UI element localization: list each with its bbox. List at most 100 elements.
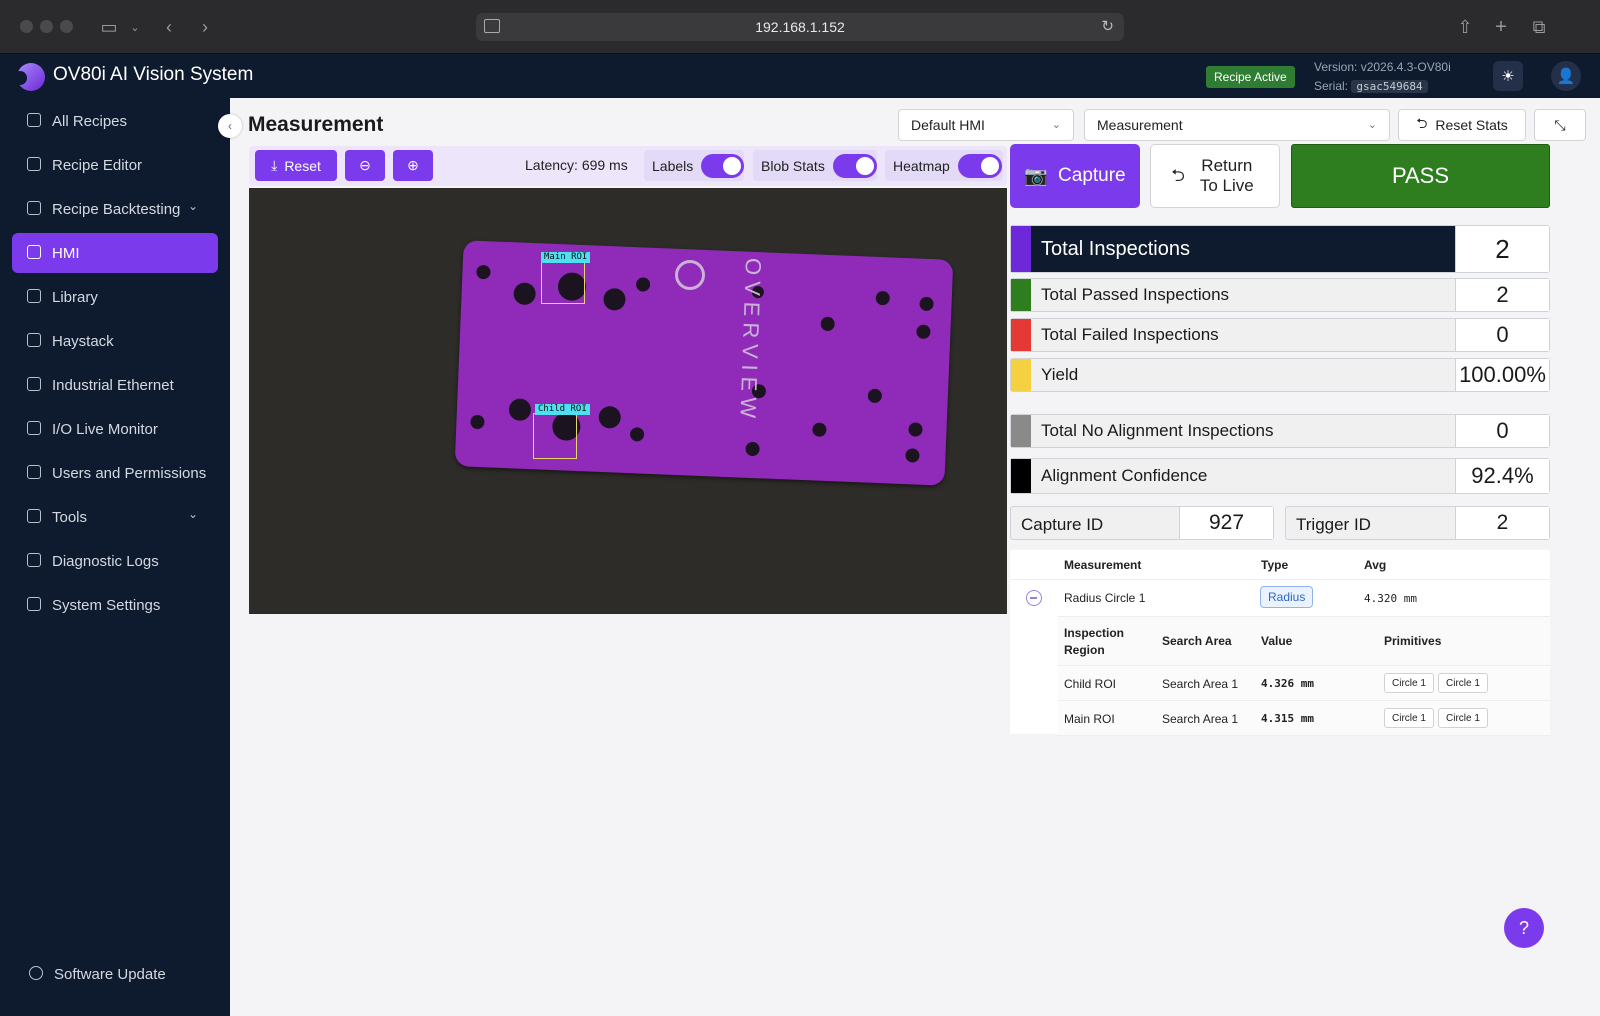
capture-button[interactable]: 📷 Capture <box>1010 144 1140 208</box>
value-cell: 4.315 mm <box>1261 712 1314 725</box>
stat-color-stripe <box>1011 359 1031 391</box>
hole <box>875 290 891 306</box>
reload-icon[interactable]: ↻ <box>1101 17 1114 35</box>
sidebar-item-system-settings[interactable]: System Settings <box>12 585 218 625</box>
measurement-avg: 4.320 mm <box>1364 592 1417 605</box>
value-cell: 4.326 mm <box>1261 677 1314 690</box>
primitive-button[interactable]: Circle 1 <box>1384 673 1434 693</box>
new-tab-icon[interactable]: + <box>1488 14 1514 40</box>
stat-label: Yield <box>1041 365 1079 384</box>
search-area-cell: Search Area 1 <box>1162 712 1239 726</box>
primitive-button[interactable]: Circle 1 <box>1384 708 1434 728</box>
fullscreen-button[interactable]: ⤡ <box>1534 109 1586 141</box>
heatmap-toggle[interactable] <box>957 153 1002 178</box>
refresh-icon <box>29 966 43 980</box>
stat-label: Total Inspections <box>1041 237 1190 260</box>
hole <box>919 296 934 312</box>
view-select[interactable]: Measurement ⌄ <box>1084 109 1390 141</box>
sidebar-item-label: I/O Live Monitor <box>52 420 158 438</box>
software-update-label: Software Update <box>54 965 166 983</box>
return-icon: ⮌ <box>1171 166 1185 185</box>
sidebar-item-recipe-backtesting[interactable]: Recipe Backtesting ⌄ <box>12 189 218 229</box>
sidebar-item-users-permissions[interactable]: Users and Permissions <box>12 453 218 493</box>
main-roi-box[interactable] <box>541 262 585 304</box>
child-roi-box[interactable] <box>533 413 577 459</box>
user-menu-button[interactable]: 👤 <box>1551 61 1581 91</box>
hole <box>905 448 920 463</box>
reset-view-button[interactable]: ⤓ Reset <box>255 150 337 181</box>
sidebar-item-hmi[interactable]: HMI <box>12 233 218 273</box>
zoom-in-button[interactable]: ⊕ <box>393 150 433 181</box>
failed-inspections-stat: Total Failed Inspections 0 <box>1010 318 1550 352</box>
primitive-button[interactable]: Circle 1 <box>1438 708 1488 728</box>
sidebar-item-label: Users and Permissions <box>52 464 207 482</box>
share-icon[interactable]: ⇧ <box>1452 14 1478 40</box>
sidebar-item-haystack[interactable]: Haystack <box>12 321 218 361</box>
sun-icon: ☀ <box>1501 68 1515 85</box>
chevron-left-icon: ‹ <box>228 119 232 133</box>
collapse-sidebar-button[interactable]: ‹ <box>218 114 242 138</box>
hmi-select-value: Default HMI <box>911 117 985 133</box>
grid-icon <box>27 289 41 303</box>
sidebar-item-diagnostic-logs[interactable]: Diagnostic Logs <box>12 541 218 581</box>
hole <box>820 316 835 332</box>
sidebar-item-io-live-monitor[interactable]: I/O Live Monitor <box>12 409 218 449</box>
column-header: Avg <box>1364 558 1387 572</box>
column-header: Measurement <box>1064 558 1142 572</box>
sidebar-item-label: Tools <box>52 508 88 526</box>
sidebar-item-industrial-ethernet[interactable]: Industrial Ethernet <box>12 365 218 405</box>
labels-toggle[interactable] <box>701 153 744 178</box>
recipe-status-badge: Recipe Active <box>1206 66 1295 88</box>
help-button[interactable]: ? <box>1504 908 1544 948</box>
chevron-down-icon[interactable]: ⌄ <box>122 14 148 40</box>
hole <box>635 277 651 292</box>
hole <box>745 441 760 457</box>
sidebar-item-recipe-editor[interactable]: Recipe Editor <box>12 145 218 185</box>
chart-icon <box>27 333 41 347</box>
capture-label: Capture <box>1058 165 1126 186</box>
serial-row: Serial: gsac549684 <box>1314 77 1451 96</box>
app-header: OV80i AI Vision System Recipe Active Ver… <box>0 54 1600 98</box>
address-bar[interactable]: 192.168.1.152 ↻ <box>476 13 1124 41</box>
hole <box>867 388 883 404</box>
back-icon[interactable]: ‹ <box>156 14 182 40</box>
flask-icon <box>27 201 41 215</box>
software-update-link[interactable]: Software Update <box>14 954 220 994</box>
labels-toggle-label: Labels <box>652 157 694 174</box>
theme-toggle-button[interactable]: ☀ <box>1493 61 1523 91</box>
chevron-down-icon: ⌄ <box>187 199 198 213</box>
hole <box>908 422 923 437</box>
camera-image-viewport[interactable]: OVERVIEW Main ROI Child ROI <box>249 188 1007 614</box>
sidebar-item-all-recipes[interactable]: All Recipes <box>12 101 218 141</box>
version-info: Version: v2026.4.3-OV80i Serial: gsac549… <box>1314 58 1451 96</box>
serial-label: Serial: <box>1314 79 1349 93</box>
zoom-out-icon: ⊖ <box>359 157 371 173</box>
zoom-window-button[interactable] <box>60 20 73 33</box>
collapse-row-icon[interactable] <box>1026 590 1042 606</box>
sidebar-item-library[interactable]: Library <box>12 277 218 317</box>
chevron-down-icon: ⌄ <box>1051 119 1061 131</box>
sidebar-toggle-icon[interactable]: ▭ <box>96 14 122 40</box>
zoom-out-button[interactable]: ⊖ <box>345 150 385 181</box>
forward-icon[interactable]: › <box>192 14 218 40</box>
close-window-button[interactable] <box>20 20 33 33</box>
primitive-button[interactable]: Circle 1 <box>1438 673 1488 693</box>
stat-label: Alignment Confidence <box>1041 466 1208 485</box>
capture-id-label: Capture ID <box>1021 515 1104 534</box>
sidebar-item-label: All Recipes <box>52 112 128 130</box>
no-alignment-stat: Total No Alignment Inspections 0 <box>1010 414 1550 448</box>
site-settings-icon[interactable] <box>484 19 500 33</box>
sidebar-item-label: Recipe Editor <box>52 156 143 174</box>
heatmap-toggle-label: Heatmap <box>893 157 950 174</box>
tab-overview-icon[interactable]: ⧉ <box>1526 14 1552 40</box>
reset-stats-button[interactable]: ⮌ Reset Stats <box>1398 109 1526 141</box>
sidebar-item-tools[interactable]: Tools ⌄ <box>12 497 218 537</box>
chevron-down-icon: ⌄ <box>1367 119 1377 131</box>
blob-stats-toggle[interactable] <box>832 153 877 178</box>
sub-table-header: Inspection Region Search Area Value Prim… <box>1058 616 1550 666</box>
hmi-select[interactable]: Default HMI ⌄ <box>898 109 1074 141</box>
hole <box>508 398 532 422</box>
minimize-window-button[interactable] <box>40 20 53 33</box>
return-to-live-button[interactable]: ⮌ Return To Live <box>1150 144 1280 208</box>
sidebar-item-label: Library <box>52 288 98 306</box>
